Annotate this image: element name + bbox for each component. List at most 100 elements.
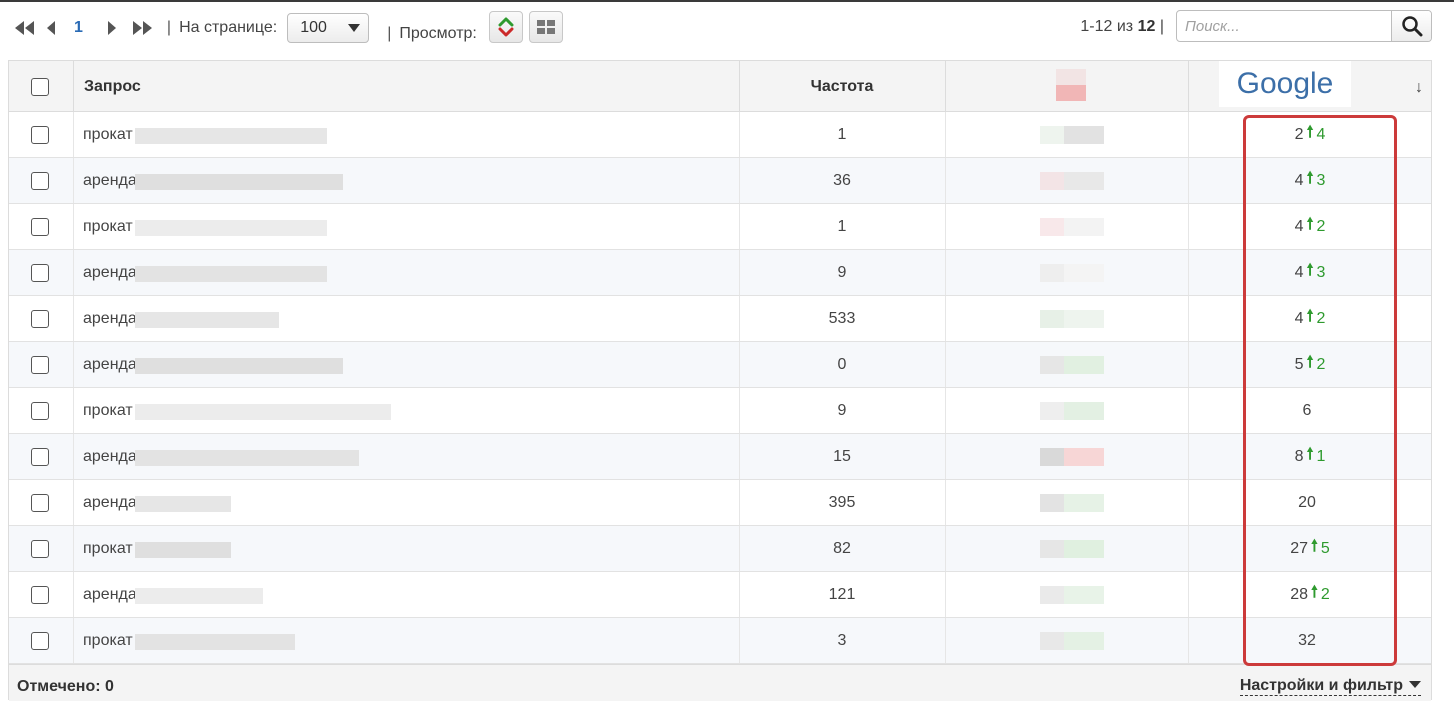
table-row[interactable]: аренда 36 4 🠕 3: [9, 158, 1431, 204]
blurred-query-text: [135, 588, 263, 604]
table-row[interactable]: аренда 121 28 🠕 2: [9, 572, 1431, 618]
row-checkbox[interactable]: [31, 447, 49, 466]
google-logo[interactable]: Google: [1219, 61, 1351, 107]
view-grid-button[interactable]: [528, 11, 563, 43]
header-query[interactable]: Запрос: [84, 61, 141, 112]
row-query[interactable]: аренда: [83, 434, 137, 479]
position-value: 27: [1290, 539, 1308, 557]
table-row[interactable]: прокат 3 32: [9, 618, 1431, 664]
table-row[interactable]: аренда 9 4 🠕 3: [9, 250, 1431, 296]
column-divider: [1188, 342, 1189, 387]
settings-filter-link[interactable]: Настройки и фильтр: [1239, 678, 1421, 696]
row-query[interactable]: прокат: [83, 388, 133, 433]
column-divider: [73, 204, 74, 249]
counter-separator: |: [1159, 18, 1164, 35]
blurred-value: [1064, 264, 1104, 282]
view-changes-button[interactable]: [488, 11, 523, 43]
row-checkbox[interactable]: [31, 585, 49, 604]
counter-total: 12: [1137, 18, 1156, 35]
row-query[interactable]: аренда: [83, 342, 137, 387]
row-query[interactable]: аренда: [83, 480, 137, 525]
position-delta: 2: [1316, 355, 1326, 373]
row-checkbox[interactable]: [31, 539, 49, 558]
column-divider: [73, 342, 74, 387]
row-checkbox[interactable]: [31, 171, 49, 190]
row-query[interactable]: аренда: [83, 572, 137, 617]
arrow-up-icon: 🠕: [1306, 170, 1314, 187]
table-row[interactable]: прокат 82 27 🠕 5: [9, 526, 1431, 572]
row-checkbox[interactable]: [31, 355, 49, 374]
table-row[interactable]: аренда 15 8 🠕 1: [9, 434, 1431, 480]
table-row[interactable]: аренда 533 4 🠕 2: [9, 296, 1431, 342]
arrow-up-icon: 🠕: [1306, 216, 1314, 233]
pager: 1 | На странице: 100 | Просмотр:: [14, 2, 569, 54]
row-query[interactable]: аренда: [83, 250, 137, 295]
blurred-query-text: [135, 496, 231, 512]
prev-page-icon[interactable]: [44, 18, 58, 38]
result-counter: 1-12 из 12 |: [1080, 18, 1164, 36]
row-query[interactable]: прокат: [83, 618, 133, 663]
row-checkbox[interactable]: [31, 309, 49, 328]
column-divider: [73, 250, 74, 295]
row-google-position: 28 🠕 2: [1245, 572, 1375, 617]
table-row[interactable]: аренда 0 5 🠕 2: [9, 342, 1431, 388]
row-frequency: 0: [837, 355, 847, 373]
column-divider: [945, 434, 946, 479]
row-checkbox-cell: [31, 112, 49, 157]
table-row[interactable]: прокат 1 4 🠕 2: [9, 204, 1431, 250]
column-divider: [1188, 61, 1189, 112]
current-page[interactable]: 1: [74, 19, 83, 37]
column-divider: [1188, 618, 1189, 663]
blurred-query-text: [135, 450, 359, 466]
row-checkbox-cell: [31, 618, 49, 663]
row-checkbox-cell: [31, 250, 49, 295]
table-row[interactable]: аренда 395 20: [9, 480, 1431, 526]
blurred-query-text: [135, 220, 327, 236]
row-frequency: 1: [837, 217, 847, 235]
position-value: 8: [1294, 447, 1304, 465]
column-divider: [73, 61, 74, 112]
row-checkbox[interactable]: [31, 217, 49, 236]
arrow-up-icon: 🠕: [1306, 446, 1314, 463]
position-value: 32: [1298, 631, 1316, 649]
row-query[interactable]: аренда: [83, 158, 137, 203]
toolbar: 1 | На странице: 100 | Просмотр: 1-12 из…: [0, 2, 1454, 54]
arrow-up-icon: 🠕: [1306, 308, 1314, 325]
next-page-icon[interactable]: [105, 18, 119, 38]
row-query[interactable]: прокат: [83, 526, 133, 571]
row-frequency: 9: [837, 401, 847, 419]
per-page-select[interactable]: 100: [287, 13, 370, 43]
row-google-position: 27 🠕 5: [1245, 526, 1375, 571]
column-divider: [73, 618, 74, 663]
row-checkbox[interactable]: [31, 125, 49, 144]
row-frequency: 395: [828, 493, 856, 511]
column-divider: [945, 204, 946, 249]
row-google-position: 5 🠕 2: [1245, 342, 1375, 387]
row-checkbox[interactable]: [31, 493, 49, 512]
blurred-value: [1064, 218, 1104, 236]
last-page-icon[interactable]: [131, 18, 153, 38]
search-button[interactable]: [1391, 11, 1431, 41]
blurred-query-text: [135, 266, 327, 282]
row-query[interactable]: прокат: [83, 112, 133, 157]
row-checkbox[interactable]: [31, 263, 49, 282]
first-page-icon[interactable]: [14, 18, 36, 38]
row-checkbox[interactable]: [31, 401, 49, 420]
blurred-value: [1064, 126, 1104, 144]
row-query[interactable]: прокат: [83, 204, 133, 249]
table-row[interactable]: прокат 1 2 🠕 4: [9, 112, 1431, 158]
row-frequency: 15: [833, 447, 851, 465]
table-row[interactable]: прокат 9 6: [9, 388, 1431, 434]
position-value: 28: [1290, 585, 1308, 603]
header-frequency[interactable]: Частота: [739, 61, 945, 112]
search-input[interactable]: [1177, 11, 1393, 41]
column-divider: [945, 572, 946, 617]
separator: |: [387, 25, 392, 42]
row-checkbox[interactable]: [31, 631, 49, 650]
arrow-up-icon: 🠕: [1306, 354, 1314, 371]
sort-arrow-icon[interactable]: ↓: [1415, 79, 1423, 97]
blurred-value: [1064, 402, 1104, 420]
select-all-checkbox[interactable]: [31, 77, 49, 96]
row-query[interactable]: аренда: [83, 296, 137, 341]
column-divider: [1188, 158, 1189, 203]
